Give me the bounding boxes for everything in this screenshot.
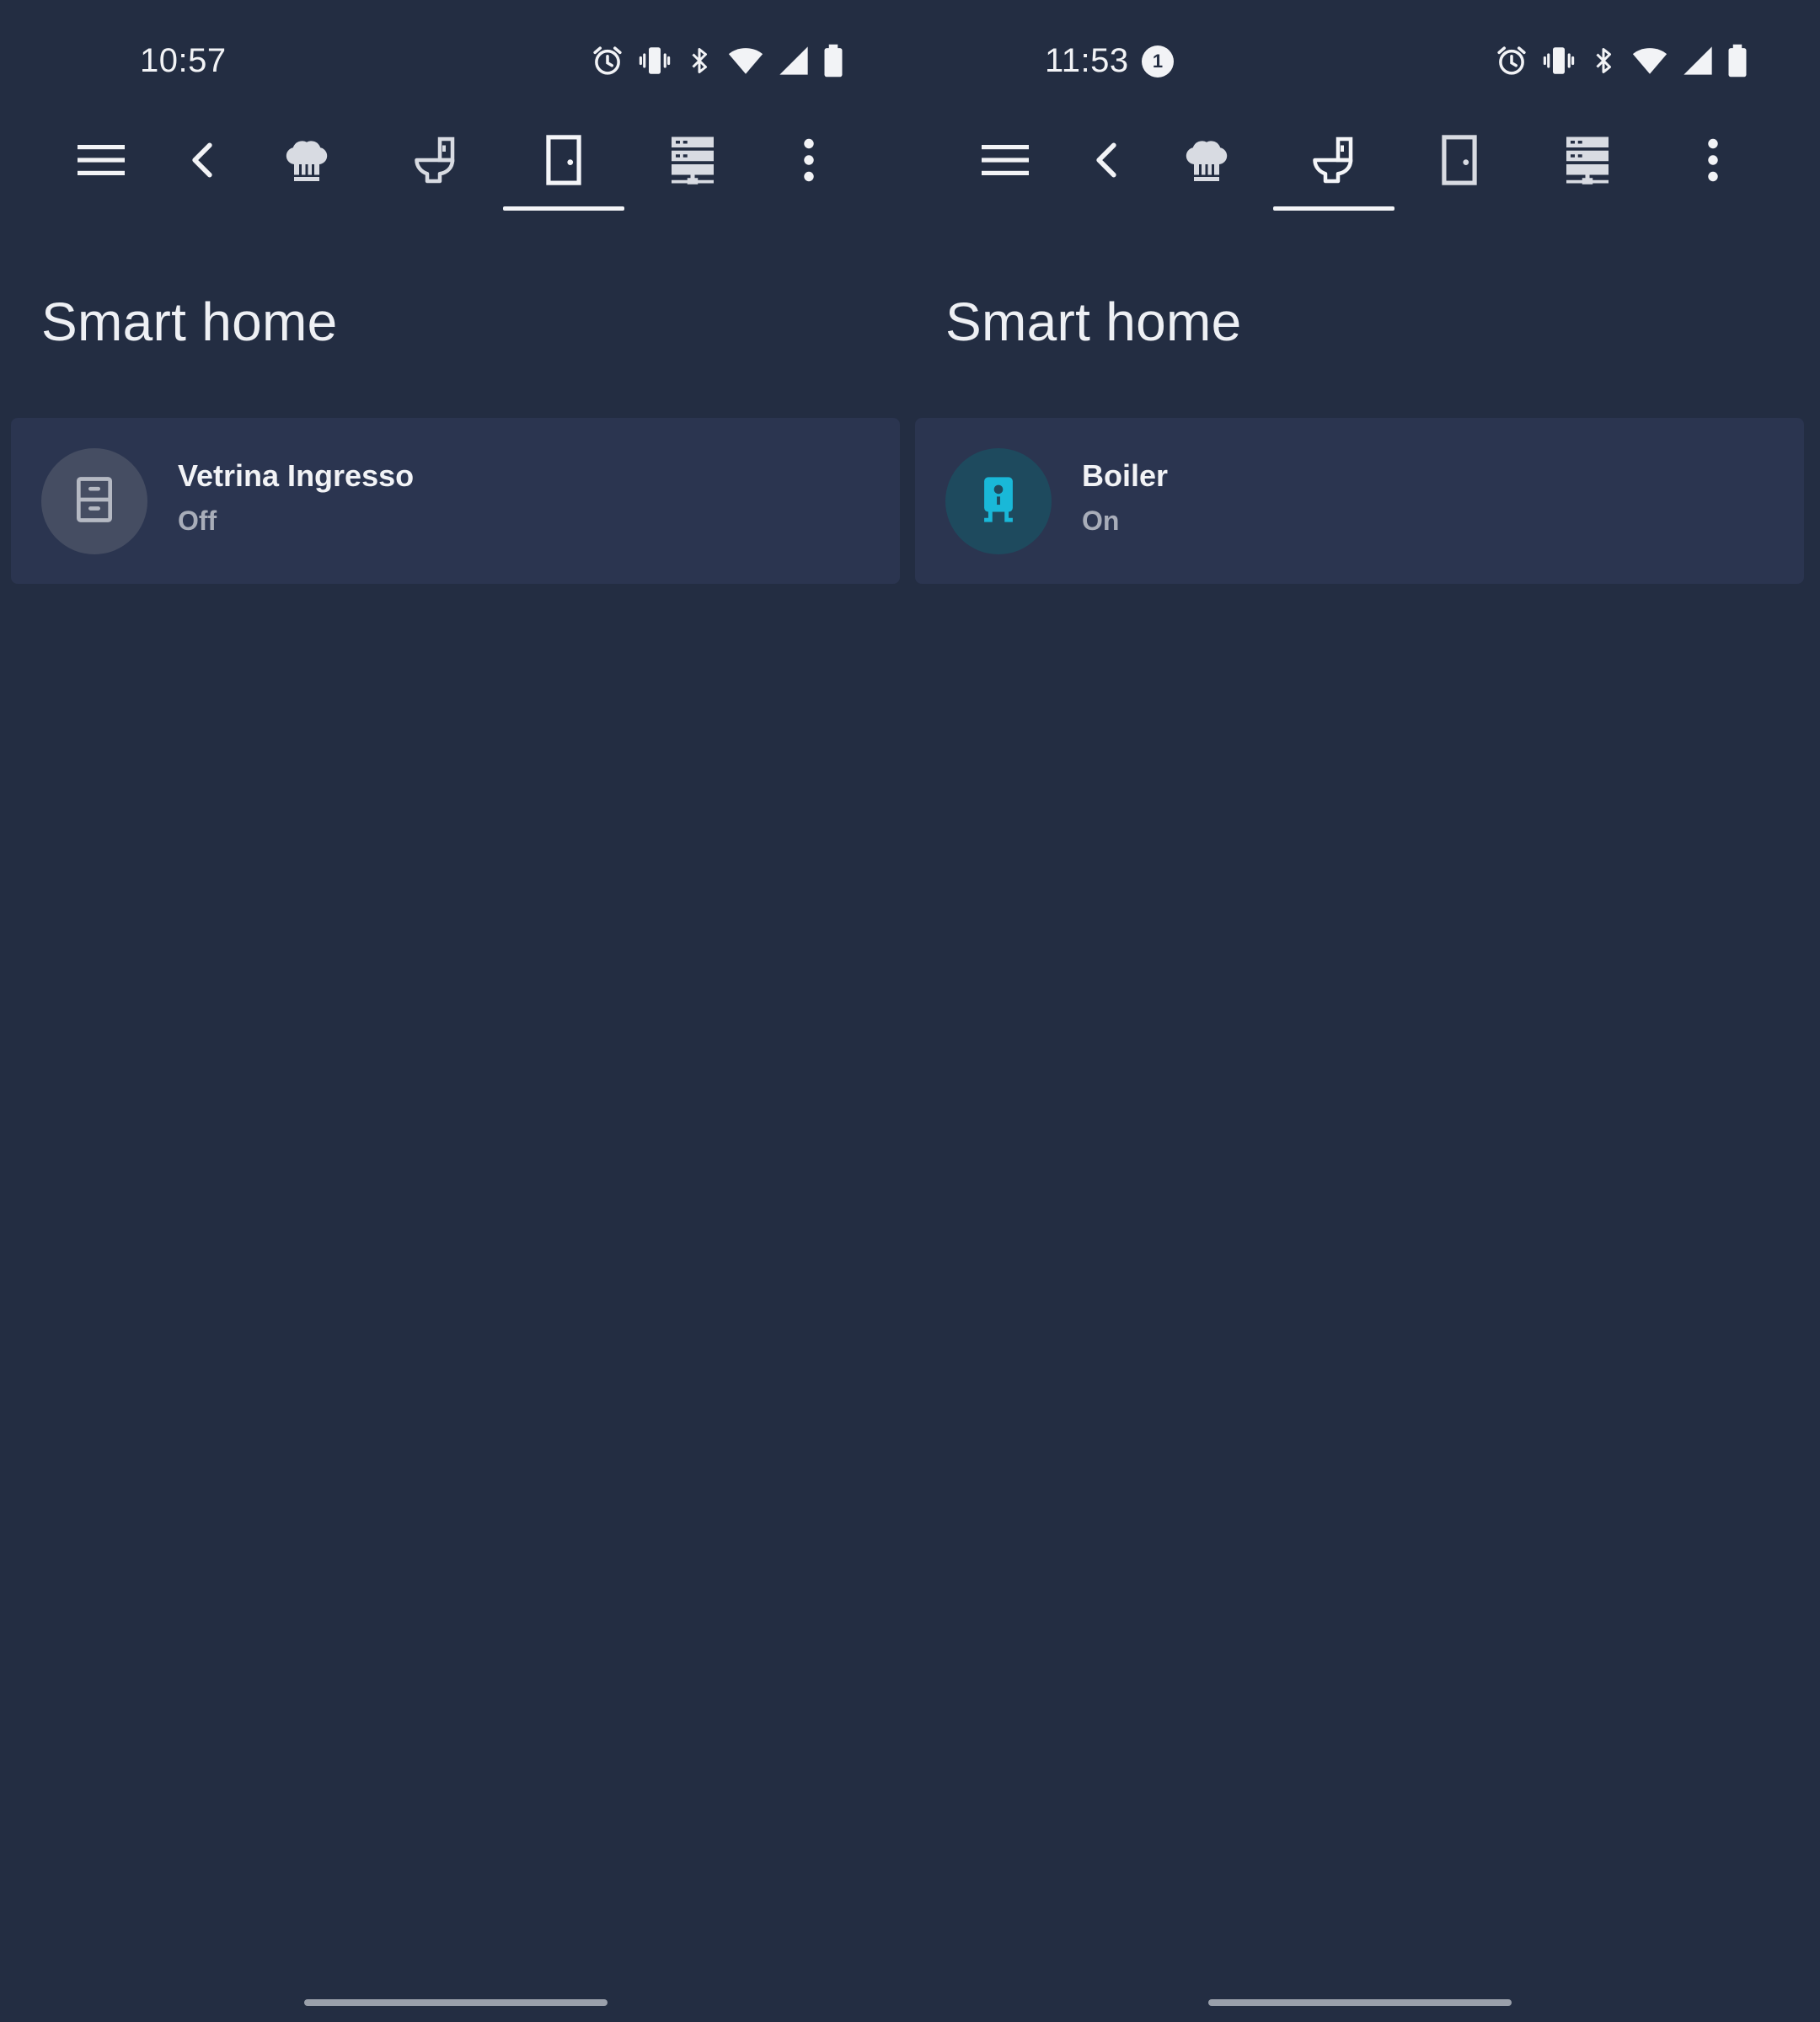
entity-state: On bbox=[1082, 506, 1120, 536]
screen-right: 11:53 1 Smart home Boiler On bbox=[904, 0, 1814, 2022]
door-icon bbox=[543, 134, 584, 186]
alarm-icon bbox=[1494, 43, 1529, 78]
battery-icon bbox=[1726, 43, 1748, 78]
entity-card[interactable]: Vetrina Ingresso Off bbox=[11, 418, 900, 584]
tab-server[interactable] bbox=[647, 110, 738, 211]
chef-hat-icon bbox=[281, 134, 332, 186]
page-title: Smart home bbox=[41, 292, 338, 352]
notification-badge: 1 bbox=[1142, 45, 1174, 78]
entity-icon-badge[interactable] bbox=[945, 448, 1052, 554]
toilet-icon bbox=[1309, 134, 1359, 186]
back-button[interactable] bbox=[1073, 110, 1140, 211]
signal-icon bbox=[1681, 43, 1715, 78]
entity-name: Vetrina Ingresso bbox=[178, 458, 415, 493]
battery-icon bbox=[822, 43, 844, 78]
toolbar bbox=[904, 110, 1814, 211]
menu-button[interactable] bbox=[965, 110, 1046, 211]
more-options-button[interactable] bbox=[1679, 110, 1747, 211]
tab-entrance[interactable] bbox=[1414, 110, 1505, 211]
entity-icon-badge[interactable] bbox=[41, 448, 147, 554]
tab-kitchen[interactable] bbox=[1161, 110, 1252, 211]
more-options-button[interactable] bbox=[775, 110, 843, 211]
tab-bathroom[interactable] bbox=[1273, 110, 1394, 211]
status-bar: 10:57 bbox=[0, 0, 910, 118]
wifi-icon bbox=[1630, 43, 1669, 78]
vibrate-icon bbox=[1541, 43, 1576, 78]
server-icon bbox=[667, 134, 718, 186]
signal-icon bbox=[777, 43, 811, 78]
menu-button[interactable] bbox=[61, 110, 142, 211]
chef-hat-icon bbox=[1181, 134, 1232, 186]
status-time: 11:53 bbox=[1045, 42, 1129, 79]
gesture-navigation-bar[interactable] bbox=[304, 1999, 608, 2006]
menu-icon bbox=[78, 143, 125, 177]
tab-server[interactable] bbox=[1542, 110, 1633, 211]
entity-name: Boiler bbox=[1082, 458, 1169, 493]
page-title: Smart home bbox=[945, 292, 1242, 352]
back-icon bbox=[1091, 142, 1121, 179]
entity-state: Off bbox=[178, 506, 217, 536]
server-icon bbox=[1562, 134, 1613, 186]
tab-bathroom[interactable] bbox=[390, 110, 481, 211]
entity-card[interactable]: Boiler On bbox=[915, 418, 1804, 584]
status-bar: 11:53 1 bbox=[904, 0, 1814, 118]
toolbar bbox=[0, 110, 910, 211]
tab-entrance[interactable] bbox=[503, 110, 624, 211]
status-time: 10:57 bbox=[140, 42, 227, 79]
alarm-icon bbox=[590, 43, 625, 78]
menu-icon bbox=[982, 143, 1029, 177]
screens-container: 10:57 Smart home Vetrina Ingresso Off 11… bbox=[0, 0, 1820, 2022]
more-vert-icon bbox=[1706, 138, 1720, 182]
water-boiler-icon bbox=[980, 475, 1017, 528]
door-icon bbox=[1439, 134, 1480, 186]
more-vert-icon bbox=[802, 138, 816, 182]
tab-kitchen[interactable] bbox=[261, 110, 352, 211]
vibrate-icon bbox=[637, 43, 672, 78]
active-tab-indicator bbox=[1273, 206, 1394, 211]
active-tab-indicator bbox=[503, 206, 624, 211]
screen-left: 10:57 Smart home Vetrina Ingresso Off bbox=[0, 0, 910, 2022]
wifi-icon bbox=[726, 43, 765, 78]
back-icon bbox=[187, 142, 217, 179]
back-button[interactable] bbox=[169, 110, 236, 211]
bluetooth-icon bbox=[684, 43, 715, 78]
toilet-icon bbox=[410, 134, 461, 186]
bluetooth-icon bbox=[1588, 43, 1619, 78]
cabinet-icon bbox=[73, 476, 115, 527]
gesture-navigation-bar[interactable] bbox=[1208, 1999, 1512, 2006]
status-icons bbox=[590, 42, 844, 79]
status-icons bbox=[1494, 42, 1748, 79]
